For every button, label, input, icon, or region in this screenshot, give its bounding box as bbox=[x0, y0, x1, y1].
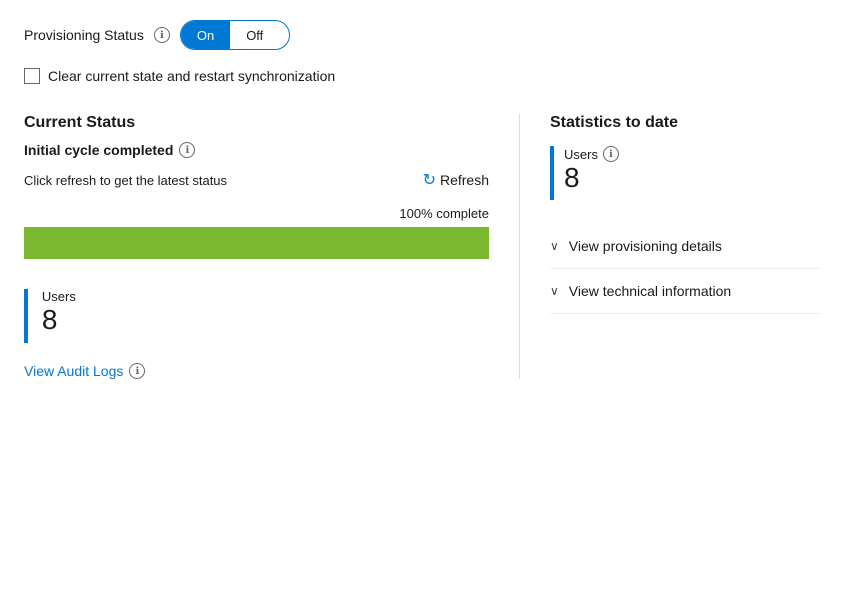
audit-logs-link[interactable]: View Audit Logs bbox=[24, 363, 123, 379]
view-technical-label: View technical information bbox=[569, 283, 731, 299]
stats-users-info-icon[interactable]: ℹ bbox=[603, 146, 619, 162]
initial-cycle-row: Initial cycle completed ℹ bbox=[24, 142, 489, 158]
users-count: 8 bbox=[42, 306, 76, 334]
refresh-hint-text: Click refresh to get the latest status bbox=[24, 173, 227, 188]
toggle-on-button[interactable]: On bbox=[181, 21, 230, 49]
refresh-label: Refresh bbox=[440, 172, 489, 188]
provisioning-chevron-icon: ∨ bbox=[550, 239, 559, 253]
left-column: Current Status Initial cycle completed ℹ… bbox=[24, 114, 520, 379]
clear-state-label: Clear current state and restart synchron… bbox=[48, 68, 335, 84]
view-technical-row[interactable]: ∨ View technical information bbox=[550, 269, 820, 314]
clear-state-checkbox-row: Clear current state and restart synchron… bbox=[24, 68, 820, 84]
progress-bar-fill bbox=[24, 227, 489, 259]
view-provisioning-row[interactable]: ∨ View provisioning details bbox=[550, 224, 820, 269]
audit-logs-row: View Audit Logs ℹ bbox=[24, 363, 489, 379]
left-users-section: Users 8 bbox=[24, 289, 489, 343]
stats-users-label: Users bbox=[564, 147, 598, 162]
clear-state-checkbox[interactable] bbox=[24, 68, 40, 84]
initial-cycle-text: Initial cycle completed bbox=[24, 142, 173, 158]
right-column: Statistics to date Users ℹ 8 ∨ View prov… bbox=[520, 114, 820, 379]
stats-users-count: 8 bbox=[564, 164, 619, 192]
users-info: Users 8 bbox=[42, 289, 76, 334]
provisioning-toggle[interactable]: On Off bbox=[180, 20, 290, 50]
stats-users-info: Users ℹ 8 bbox=[564, 146, 619, 192]
technical-chevron-icon: ∨ bbox=[550, 284, 559, 298]
toggle-off-button[interactable]: Off bbox=[230, 21, 279, 49]
refresh-icon: ↻ bbox=[423, 170, 436, 190]
stats-title: Statistics to date bbox=[550, 114, 820, 132]
stats-users-label-row: Users ℹ bbox=[564, 146, 619, 162]
provisioning-status-label: Provisioning Status bbox=[24, 27, 144, 43]
audit-logs-info-icon[interactable]: ℹ bbox=[129, 363, 145, 379]
progress-bar bbox=[24, 227, 489, 259]
users-label: Users bbox=[42, 289, 76, 304]
refresh-button[interactable]: ↻ Refresh bbox=[423, 170, 489, 190]
provisioning-info-icon[interactable]: ℹ bbox=[154, 27, 170, 43]
users-label-row: Users bbox=[42, 289, 76, 304]
stats-users-section: Users ℹ 8 bbox=[550, 146, 820, 200]
users-bar-indicator bbox=[24, 289, 28, 343]
initial-cycle-info-icon[interactable]: ℹ bbox=[179, 142, 195, 158]
stats-bar-indicator bbox=[550, 146, 554, 200]
main-content: Current Status Initial cycle completed ℹ… bbox=[24, 114, 820, 379]
view-provisioning-label: View provisioning details bbox=[569, 238, 722, 254]
refresh-row: Click refresh to get the latest status ↻… bbox=[24, 170, 489, 190]
current-status-title: Current Status bbox=[24, 114, 489, 132]
provisioning-status-row: Provisioning Status ℹ On Off bbox=[24, 20, 820, 50]
progress-label: 100% complete bbox=[24, 206, 489, 221]
